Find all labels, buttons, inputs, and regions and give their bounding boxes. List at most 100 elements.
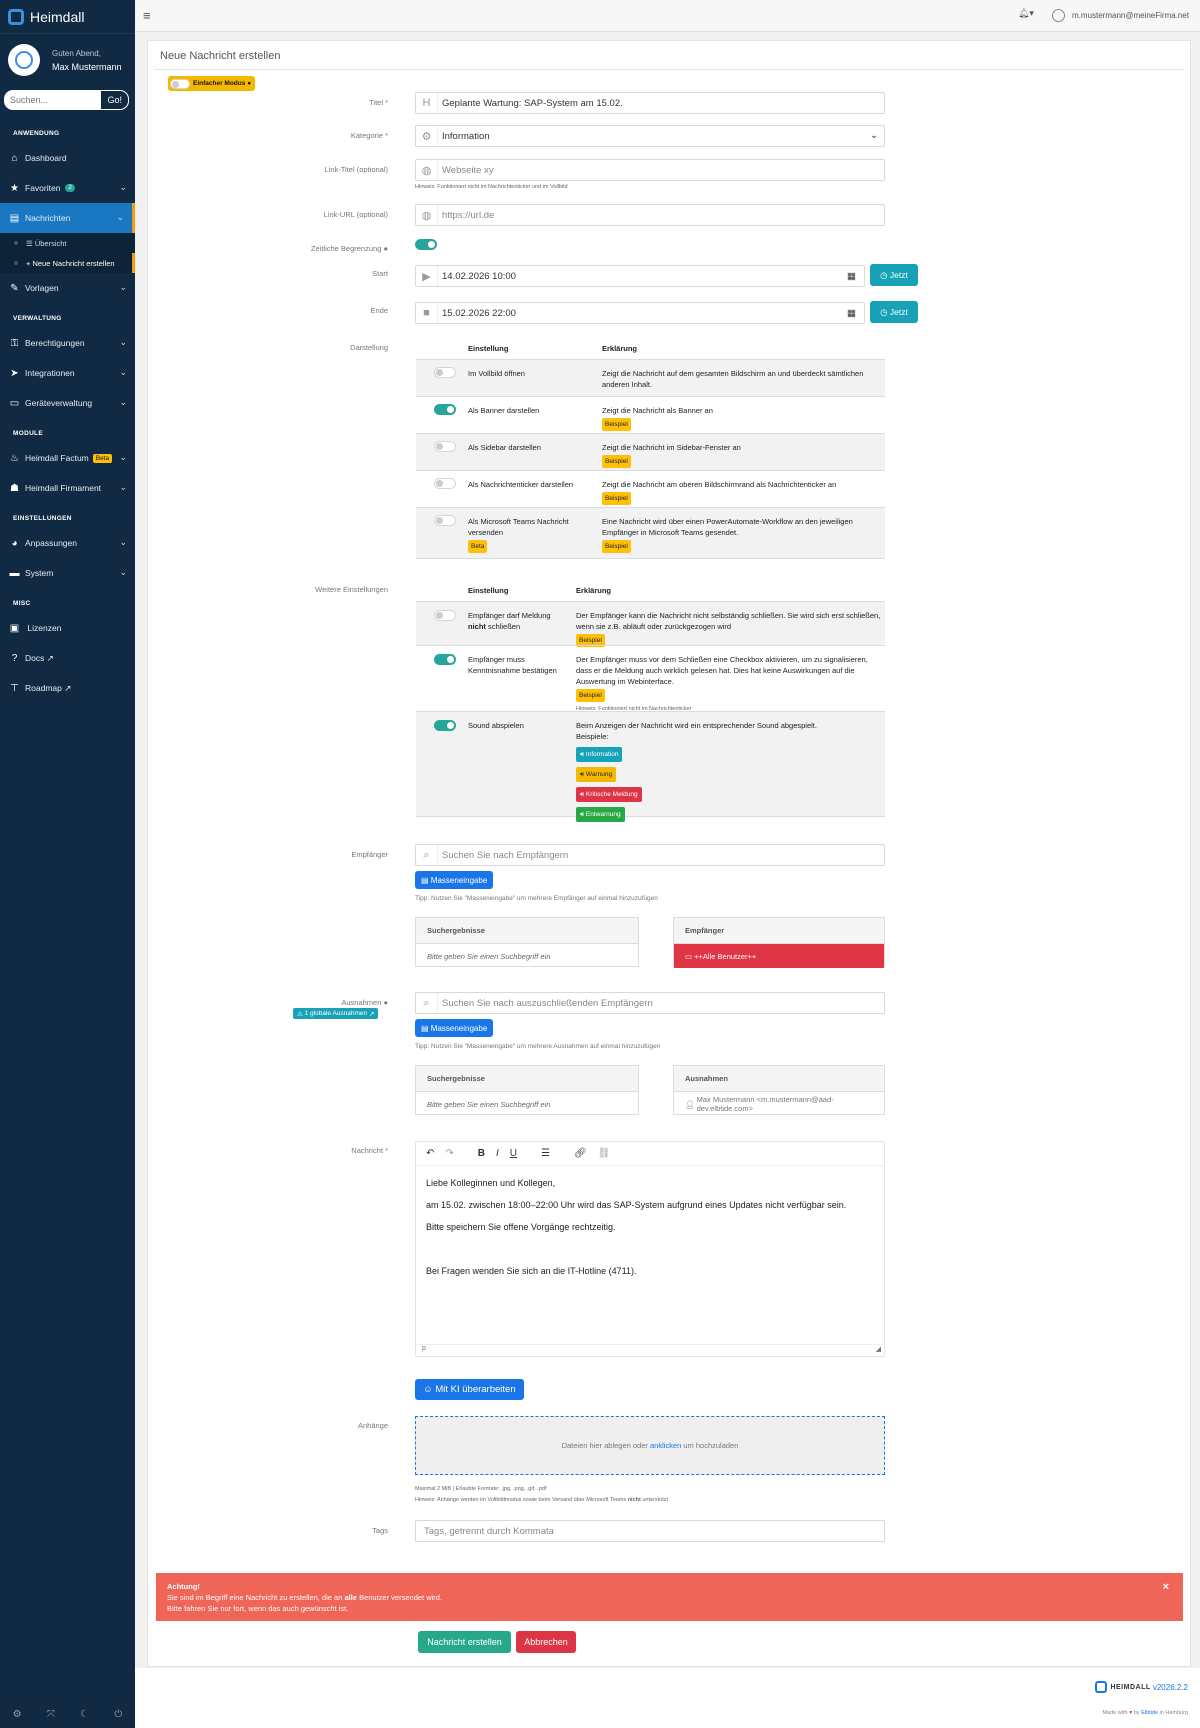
- globe-icon: ◍: [416, 205, 438, 225]
- simple-mode-toggle[interactable]: Einfacher Modus ●: [168, 76, 256, 91]
- tags-label: Tags: [372, 1526, 388, 1535]
- sound-kritisch-badge[interactable]: 🔊︎ Kritische Meldung: [576, 787, 642, 802]
- attachment-dropzone[interactable]: Dateien hier ablegen oder anklicken um h…: [415, 1416, 885, 1475]
- sidebar-search-input[interactable]: [4, 90, 101, 110]
- linktitel-input[interactable]: ◍ Webseite xy: [415, 159, 885, 181]
- sound-entwarnung-badge[interactable]: 🔊︎ Entwarnung: [576, 807, 625, 822]
- speaker-icon: 🔊︎: [580, 791, 585, 798]
- sidebar-item-vorlagen[interactable]: ✎ Vorlagen ⌄: [0, 273, 135, 303]
- sidebar-item-geraete[interactable]: ▭ Geräteverwaltung ⌄: [0, 388, 135, 418]
- underline-icon[interactable]: U: [510, 1148, 517, 1159]
- kategorie-select[interactable]: ⚙ Information ⌄: [415, 125, 885, 147]
- user-email[interactable]: m.mustermann@meineFirma.net: [1072, 11, 1189, 20]
- nachricht-label: Nachricht *: [351, 1146, 388, 1155]
- table-row: Empfänger darf Meldung nicht schließen De…: [416, 601, 885, 647]
- global-exceptions-badge[interactable]: ⚠ 1 globale Ausnahmen ↗: [293, 1008, 379, 1019]
- gear-icon[interactable]: ⚙: [13, 1709, 22, 1720]
- main-card: Neue Nachricht erstellen Einfacher Modus…: [147, 40, 1191, 1667]
- sidebar-item-berechtigungen[interactable]: ⚿ Berechtigungen ⌄: [0, 328, 135, 358]
- gear-icon: ⚙: [416, 126, 438, 146]
- beispiel-badge[interactable]: Beispiel: [602, 540, 631, 553]
- avatar[interactable]: [8, 44, 40, 76]
- zeit-toggle[interactable]: [415, 239, 437, 250]
- bell-icon[interactable]: 🔔︎▾: [1018, 8, 1034, 19]
- table-row: Sound abspielen Beim Anzeigen der Nachri…: [416, 711, 885, 822]
- linkurl-input[interactable]: ◍ https://url.de: [415, 204, 885, 226]
- start-jetzt-button[interactable]: ◷ Jetzt: [870, 264, 918, 286]
- empf-search-input[interactable]: ⌕ Suchen Sie nach Empfängern: [415, 844, 885, 866]
- editor-statusbar: p ◢: [416, 1344, 884, 1356]
- ausn-entry[interactable]: 👤︎ Max Mustermann <m.mustermann@aad-dev.…: [674, 1092, 884, 1116]
- sidebar-item-roadmap[interactable]: ⊤ Roadmap ↗: [0, 673, 135, 703]
- bullet-list-icon[interactable]: ☰: [541, 1148, 550, 1159]
- brand-name: Heimdall: [30, 8, 85, 25]
- sidebar-item-integrationen[interactable]: ➤ Integrationen ⌄: [0, 358, 135, 388]
- beispiel-badge[interactable]: Beispiel: [602, 455, 631, 468]
- resize-handle-icon[interactable]: ◢: [876, 1345, 881, 1353]
- sidebar-item-label: Docs: [25, 653, 45, 663]
- vollbild-toggle[interactable]: [434, 367, 456, 378]
- empf-masseneingabe-button[interactable]: ▤ Masseneingabe: [415, 871, 494, 889]
- ausn-search-input[interactable]: ⌕ Suchen Sie nach auszuschließenden Empfä…: [415, 992, 885, 1014]
- sidebar-item-anpassungen[interactable]: ◕ Anpassungen ⌄: [0, 528, 135, 558]
- titel-field[interactable]: H Geplante Wartung: SAP-System am 15.02.: [415, 92, 885, 114]
- start-datetime[interactable]: ▶ 14.02.2026 10:00 ▦: [415, 265, 865, 287]
- fullscreen-icon[interactable]: ⤧: [47, 1709, 55, 1720]
- chevron-down-icon: ⌄: [119, 182, 127, 192]
- sidebar-toggle[interactable]: [434, 441, 456, 452]
- close-icon[interactable]: ×: [1163, 1582, 1169, 1593]
- ki-button[interactable]: ☺ Mit KI überarbeiten: [415, 1379, 524, 1400]
- sound-toggle[interactable]: [434, 720, 456, 731]
- sidebar-item-lizenzen[interactable]: ▣ Lizenzen: [0, 613, 135, 643]
- ticker-toggle[interactable]: [434, 478, 456, 489]
- brand[interactable]: Heimdall: [0, 0, 135, 34]
- teams-toggle[interactable]: [434, 515, 456, 526]
- kenntnisnahme-toggle[interactable]: [434, 654, 456, 665]
- sidebar-item-nachrichten[interactable]: ▤ Nachrichten ⌄: [0, 203, 135, 233]
- sidebar-subitem-neue-nachricht[interactable]: + Neue Nachricht erstellen: [0, 253, 135, 273]
- chevron-down-icon: ⌄: [119, 452, 127, 462]
- user-icon[interactable]: [1052, 9, 1065, 22]
- sidebar-item-system[interactable]: ▬ System ⌄: [0, 558, 135, 588]
- sidebar-subitem-uebersicht[interactable]: ☰ Übersicht: [0, 233, 135, 253]
- bold-icon[interactable]: B: [478, 1148, 485, 1159]
- version-label: v2026.2.2: [1152, 1682, 1188, 1692]
- banner-toggle[interactable]: [434, 404, 456, 415]
- beispiel-badge[interactable]: Beispiel: [602, 492, 631, 505]
- sidebar-item-dashboard[interactable]: ⌂ Dashboard: [0, 143, 135, 173]
- alle-benutzer-item[interactable]: ▭ ++Alle Benutzer++: [674, 944, 884, 968]
- calendar-icon[interactable]: ▦: [847, 271, 856, 282]
- sound-warnung-badge[interactable]: 🔊︎ Warnung: [576, 767, 617, 782]
- ausn-masseneingabe-button[interactable]: ▤ Masseneingabe: [415, 1019, 494, 1037]
- calendar-icon[interactable]: ▦: [847, 308, 856, 319]
- sound-information-badge[interactable]: 🔊︎ Information: [576, 747, 623, 762]
- beispiel-badge[interactable]: Beispiel: [576, 689, 605, 702]
- redo-icon[interactable]: ↷: [445, 1148, 453, 1159]
- cancel-button[interactable]: Abbrechen: [516, 1631, 576, 1653]
- tags-input[interactable]: Tags, getrennt durch Kommata: [415, 1520, 885, 1542]
- beispiel-badge[interactable]: Beispiel: [602, 418, 631, 431]
- go-button[interactable]: Go!: [100, 90, 129, 110]
- upload-link[interactable]: anklicken: [650, 1441, 681, 1450]
- undo-icon[interactable]: ↶: [426, 1148, 434, 1159]
- create-button[interactable]: Nachricht erstellen: [418, 1631, 511, 1653]
- ende-jetzt-button[interactable]: ◷ Jetzt: [870, 301, 918, 323]
- unlink-icon[interactable]: ⛓: [598, 1148, 611, 1159]
- italic-icon[interactable]: I: [496, 1148, 499, 1159]
- ende-datetime[interactable]: ■ 15.02.2026 22:00 ▦: [415, 302, 865, 324]
- link-icon[interactable]: 🔗︎: [574, 1148, 587, 1159]
- moon-icon[interactable]: ☾: [80, 1709, 89, 1720]
- external-link-icon: ↗: [44, 652, 54, 663]
- elbtide-link[interactable]: Elbtide: [1141, 1710, 1158, 1716]
- nicht-schliessen-toggle[interactable]: [434, 610, 456, 621]
- power-icon[interactable]: ⏻: [114, 1709, 122, 1720]
- help-icon: ●: [383, 998, 388, 1007]
- hamburger-icon[interactable]: ≡: [143, 8, 151, 23]
- sidebar-item-docs[interactable]: ? Docs ↗: [0, 643, 135, 673]
- sidebar-item-favoriten[interactable]: ★ Favoriten 2 ⌄: [0, 173, 135, 203]
- editor-content[interactable]: Liebe Kolleginnen und Kollegen, am 15.02…: [416, 1166, 884, 1300]
- sidebar-item-factum[interactable]: ♨ Heimdall Factum Beta ⌄: [0, 443, 135, 473]
- sidebar-item-firmament[interactable]: ☗ Heimdall Firmament ⌄: [0, 473, 135, 503]
- empf-tip: Tipp: Nutzen Sie "Masseneingabe" um mehr…: [415, 895, 658, 902]
- footer-brand: HEIMDALL v2026.2.2: [1095, 1681, 1188, 1693]
